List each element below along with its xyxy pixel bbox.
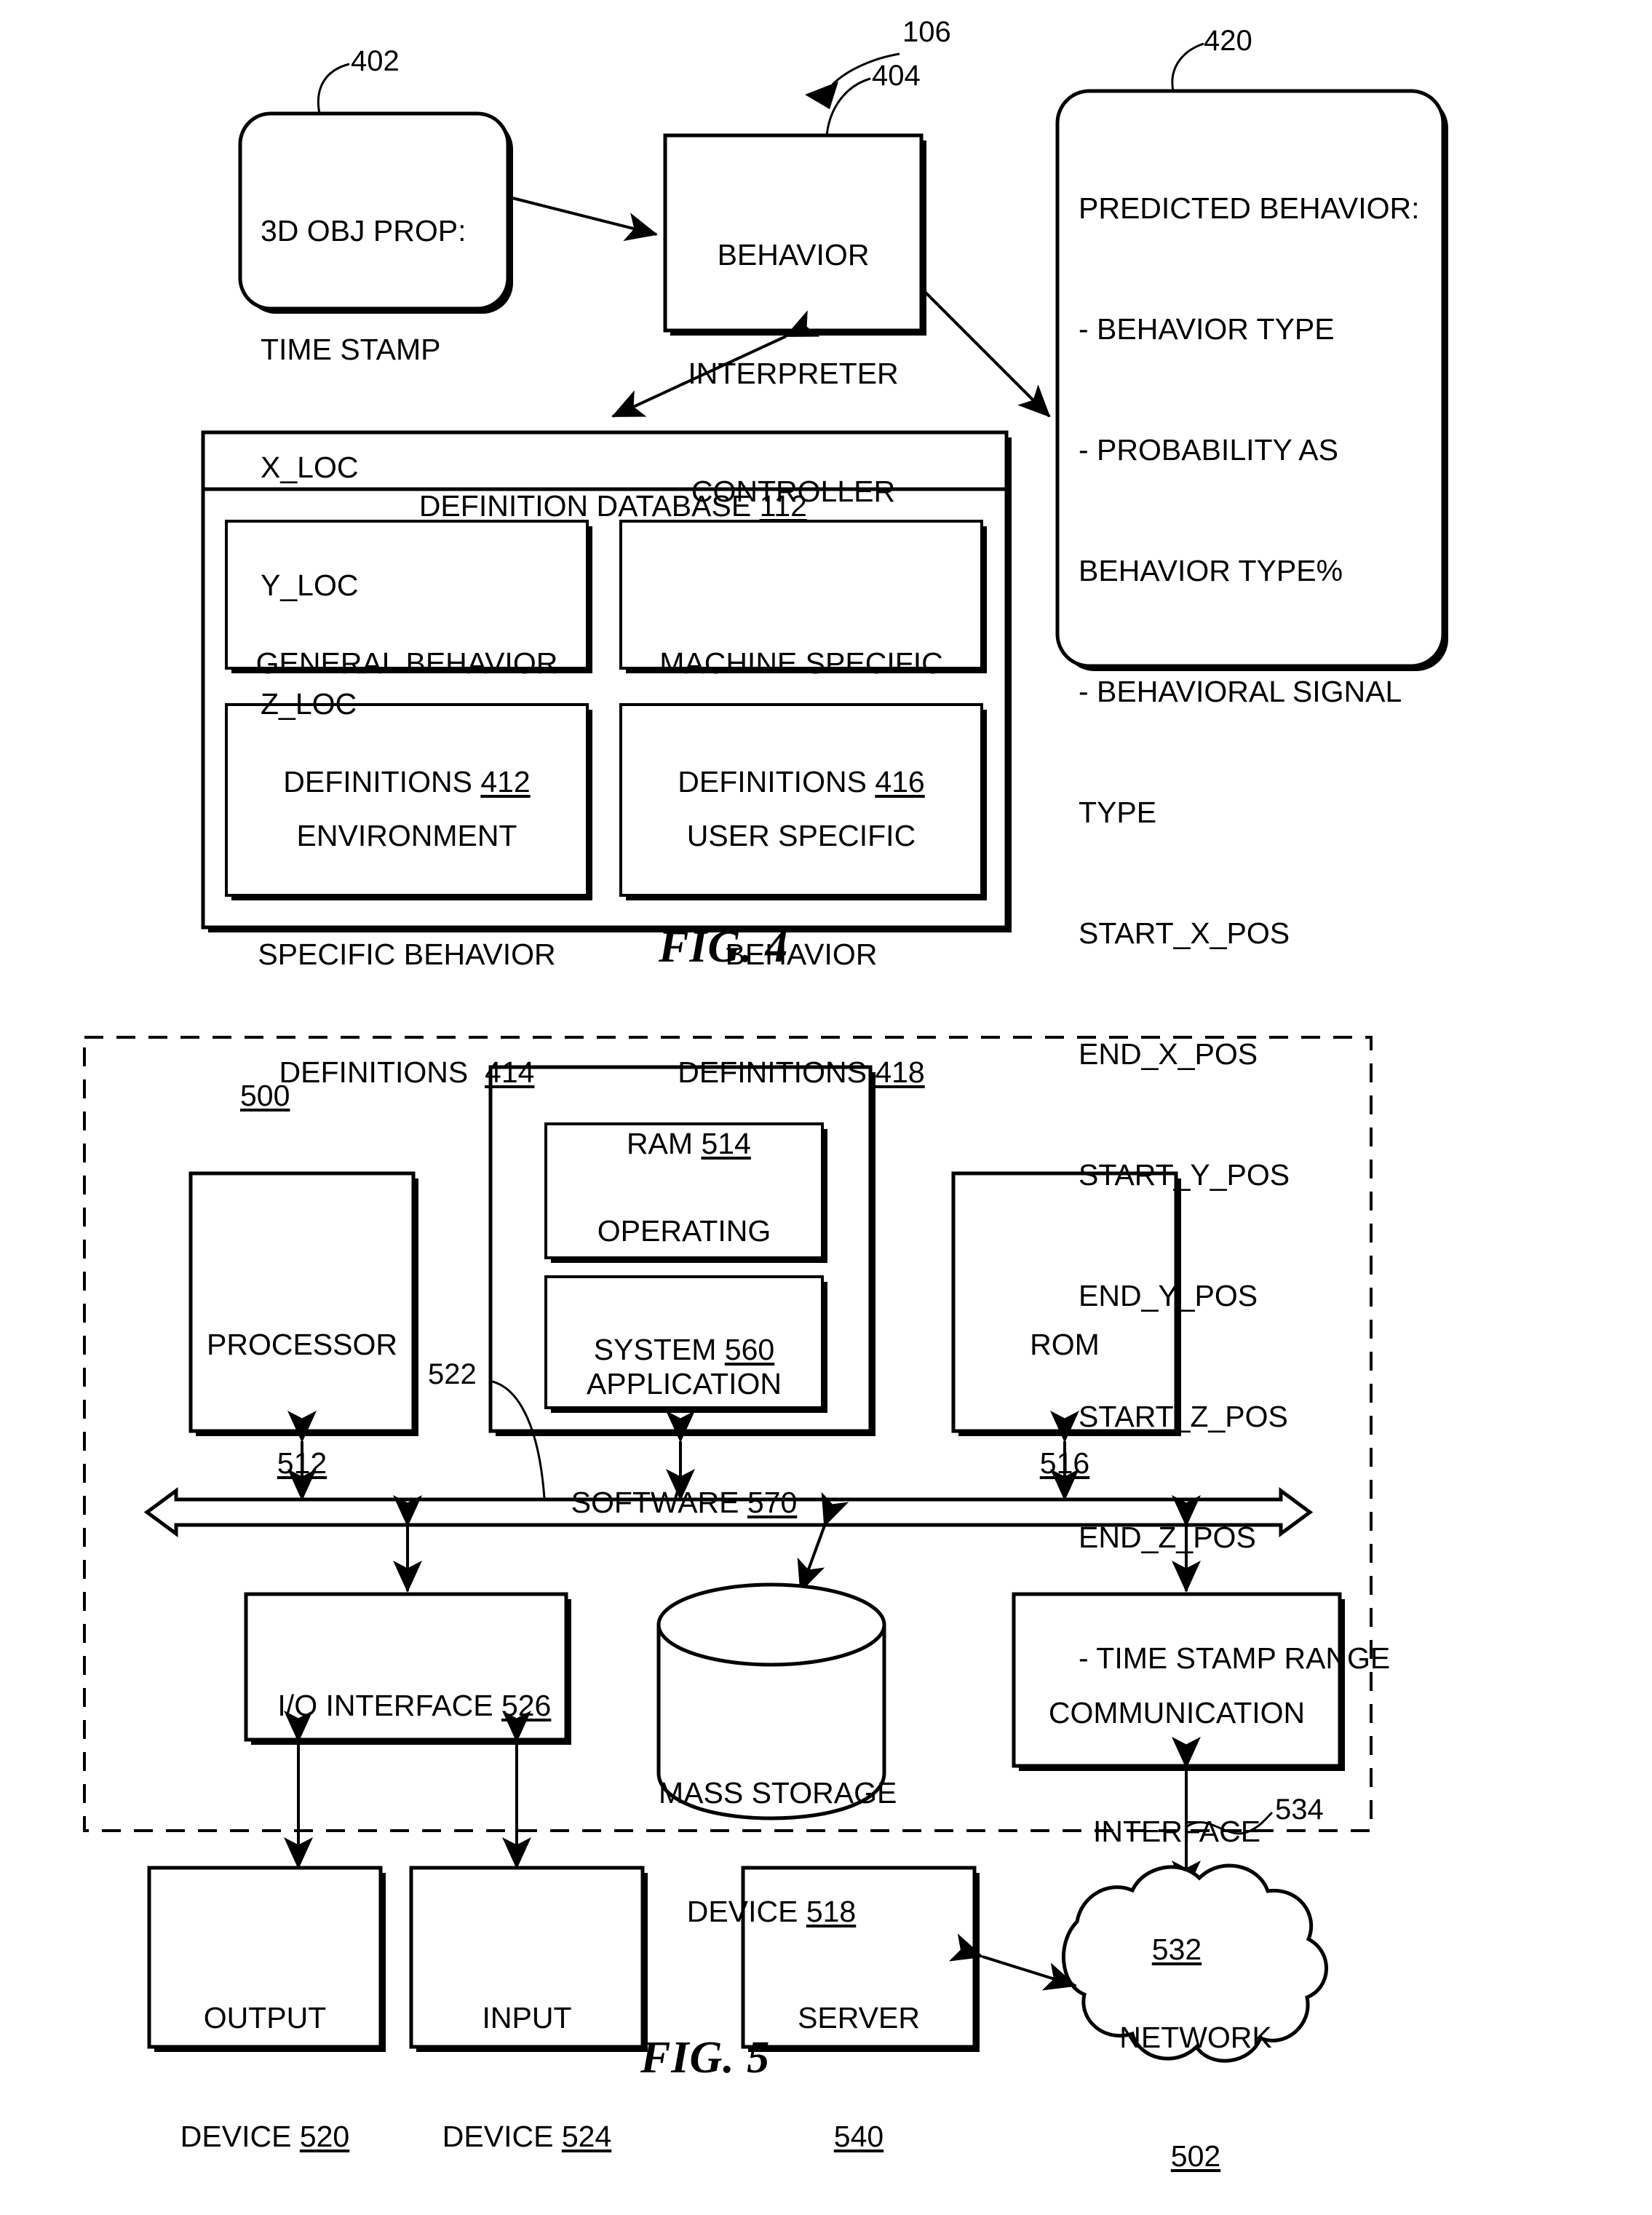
os-line-0: OPERATING: [597, 1214, 771, 1248]
predicted-line-3: - BEHAVIORAL SIGNAL: [1079, 674, 1402, 708]
output-device-content: OUTPUT DEVICE 520: [149, 1919, 381, 2195]
io-ref: 526: [501, 1689, 552, 1723]
arrow-objprop-to-controller: [512, 197, 658, 242]
application-software-content: APPLICATION SOFTWARE 570: [546, 1285, 822, 1561]
storage-line-0: MASS STORAGE: [659, 1776, 897, 1810]
server-content: SERVER 540: [743, 1919, 974, 2195]
rom-label: ROM: [1030, 1328, 1100, 1362]
db-cell-user-line-2-text: DEFINITIONS: [678, 1055, 875, 1089]
io-label: I/O INTERFACE: [277, 1689, 501, 1723]
leader-label-402: 402: [351, 45, 400, 77]
output-line-0: OUTPUT: [203, 2001, 327, 2035]
db-cell-environment-content: ENVIRONMENT SPECIFIC BEHAVIOR DEFINITION…: [226, 737, 587, 1131]
rom-content: ROM 516: [953, 1246, 1176, 1522]
db-cell-machine-line-0: MACHINE SPECIFIC: [659, 646, 943, 681]
output-line-1: DEVICE 520: [149, 2117, 381, 2156]
network-ref: 502: [1170, 2139, 1221, 2173]
input-line-1: DEVICE 524: [411, 2117, 643, 2156]
obj-prop-field-0: TIME STAMP: [261, 332, 441, 366]
db-cell-general-line-0: GENERAL BEHAVIOR: [255, 646, 558, 681]
server-label: SERVER: [798, 2001, 920, 2035]
predicted-line-5: START_X_POS: [1079, 916, 1290, 950]
server-ref: 540: [833, 2119, 884, 2153]
app-line-0: APPLICATION: [586, 1367, 782, 1401]
app-line-1-text: SOFTWARE: [571, 1485, 747, 1519]
network-label: NETWORK: [1119, 2021, 1272, 2055]
predicted-title: PREDICTED BEHAVIOR:: [1079, 191, 1420, 225]
controller-line-1: INTERPRETER: [688, 356, 899, 390]
app-line-1: SOFTWARE 570: [546, 1483, 822, 1522]
arrow-controller-to-predicted: [921, 288, 1051, 418]
leader-106-arrowhead: [805, 82, 838, 109]
db-cell-environment-line-0: ENVIRONMENT: [296, 819, 517, 853]
database-title: DEFINITION DATABASE: [418, 489, 752, 523]
input-line-0: INPUT: [482, 2001, 572, 2035]
predicted-line-6: END_X_POS: [1079, 1037, 1258, 1071]
leader-label-522: 522: [428, 1358, 477, 1390]
obj-prop-title: 3D OBJ PROP:: [261, 214, 466, 248]
input-device-content: INPUT DEVICE 524: [411, 1919, 643, 2195]
predicted-line-7: START_Y_POS: [1079, 1157, 1290, 1192]
db-cell-environment-line-2-text: DEFINITIONS: [279, 1055, 485, 1089]
network-content: NETWORK 502: [1080, 1939, 1311, 2215]
leader-label-106: 106: [902, 16, 951, 48]
db-cell-environment-ref: 414: [485, 1055, 535, 1089]
leader-label-404: 404: [872, 60, 921, 92]
processor-label: PROCESSOR: [207, 1328, 397, 1362]
comm-line-0: COMMUNICATION: [1048, 1696, 1306, 1730]
database-title-row: DEFINITION DATABASE 112: [203, 447, 1006, 526]
figure-5-caption: FIG. 5: [640, 2033, 771, 2083]
predicted-line-4: TYPE: [1079, 795, 1157, 829]
patent-drawing-sheet: 402 106 404 420 3D OBJ PROP: TIME STAMP …: [0, 0, 1652, 2173]
predicted-line-2: BEHAVIOR TYPE%: [1079, 553, 1343, 587]
io-interface-content: I/O INTERFACE 526: [246, 1647, 566, 1725]
controller-line-0: BEHAVIOR: [717, 238, 870, 272]
predicted-line-0: - BEHAVIOR TYPE: [1079, 312, 1335, 346]
system-ref-500: 500: [240, 1079, 290, 1112]
leader-420: [1171, 42, 1204, 92]
database-title-ref: 112: [759, 489, 807, 523]
app-ref: 570: [747, 1485, 798, 1519]
predicted-line-10: END_Z_POS: [1079, 1521, 1256, 1555]
db-cell-user-ref: 418: [875, 1055, 925, 1089]
figure-4-caption: FIG. 4: [659, 922, 789, 972]
predicted-line-1: - PROBABILITY AS: [1079, 432, 1338, 467]
output-ref: 520: [299, 2119, 350, 2153]
input-ref: 524: [561, 2119, 612, 2153]
db-cell-environment-line-1: SPECIFIC BEHAVIOR: [258, 937, 556, 971]
input-line-1-text: DEVICE: [442, 2119, 562, 2153]
rom-ref: 516: [1039, 1446, 1090, 1480]
output-line-1-text: DEVICE: [180, 2119, 300, 2153]
leader-label-420: 420: [1204, 25, 1252, 57]
processor-ref: 512: [277, 1446, 327, 1480]
leader-402: [317, 63, 350, 114]
db-cell-user-line-0: USER SPECIFIC: [686, 819, 916, 853]
mass-storage-cylinder-top: [656, 1582, 886, 1667]
leader-label-534: 534: [1275, 1794, 1324, 1826]
processor-content: PROCESSOR 512: [191, 1246, 413, 1522]
